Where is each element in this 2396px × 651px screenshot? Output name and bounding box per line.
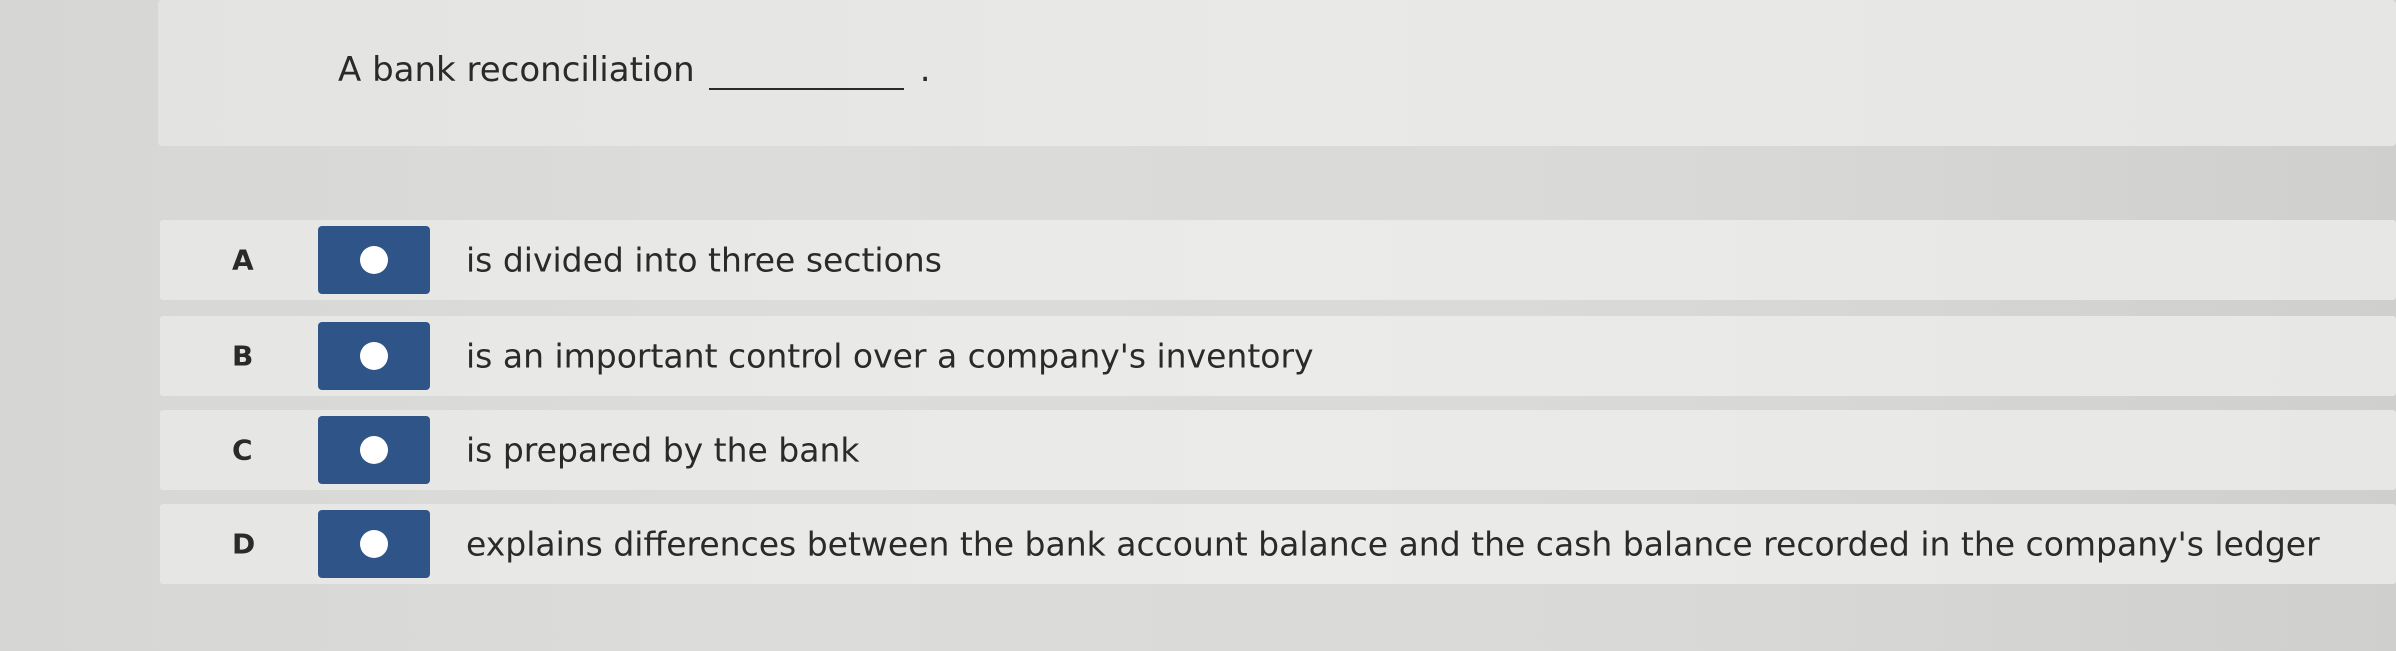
option-b[interactable]: B is an important control over a company… [160,316,2396,396]
option-letter: C [232,433,253,467]
option-text: is an important control over a company's… [466,336,1314,376]
option-letter: D [232,527,256,561]
option-c[interactable]: C is prepared by the bank [160,410,2396,490]
radio-button-c[interactable] [318,416,430,484]
question-stem: A bank reconciliation . [338,50,931,90]
radio-dot-icon [360,246,388,274]
question-period: . [919,50,931,90]
option-letter: B [232,339,254,373]
question-text: A bank reconciliation [338,50,695,90]
radio-button-d[interactable] [318,510,430,578]
option-d[interactable]: D explains differences between the bank … [160,504,2396,584]
radio-dot-icon [360,530,388,558]
option-text: explains differences between the bank ac… [466,524,2320,564]
radio-dot-icon [360,436,388,464]
radio-dot-icon [360,342,388,370]
option-letter: A [232,243,254,277]
radio-button-a[interactable] [318,226,430,294]
option-a[interactable]: A is divided into three sections [160,220,2396,300]
question-card: A bank reconciliation . [158,0,2396,146]
option-text: is divided into three sections [466,240,942,280]
fill-in-blank [708,60,904,90]
option-text: is prepared by the bank [466,430,860,470]
radio-button-b[interactable] [318,322,430,390]
